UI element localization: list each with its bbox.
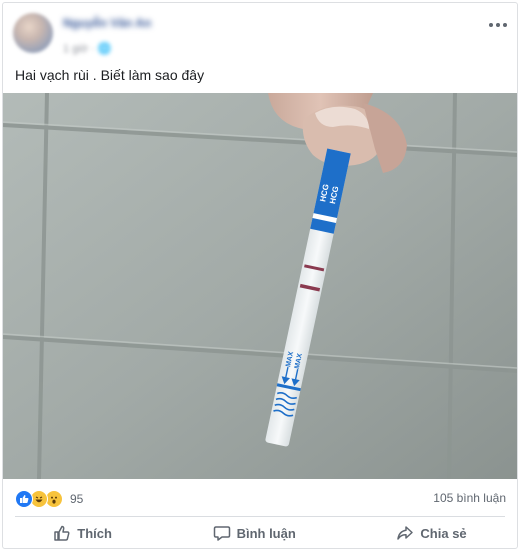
more-options-icon[interactable] <box>487 15 509 35</box>
share-icon <box>397 526 414 540</box>
reactions-summary[interactable]: 95 <box>15 490 83 508</box>
like-label: Thích <box>77 525 112 541</box>
like-icon <box>15 490 33 508</box>
facebook-post: Nguyễn Văn An 1 giờ · 🌐 Hai vạch rùi . B… <box>2 2 518 549</box>
comment-button[interactable]: Bình luận <box>203 521 306 545</box>
comment-icon <box>213 526 230 541</box>
post-status-text: Hai vạch rùi . Biết làm sao đây <box>15 67 205 83</box>
post-stats: 95 105 bình luận <box>3 483 517 513</box>
share-label: Chia sẻ <box>420 525 467 541</box>
post-timestamp[interactable]: 1 giờ · 🌐 <box>63 42 111 55</box>
thumbs-up-icon <box>54 525 70 541</box>
share-button[interactable]: Chia sẻ <box>386 521 476 545</box>
post-actions: Thích Bình luận Chia sẻ <box>3 519 517 547</box>
author-name[interactable]: Nguyễn Văn An <box>63 16 151 30</box>
comment-label: Bình luận <box>236 525 296 541</box>
post-photo[interactable]: HCG HCG MAX MAX <box>3 93 517 479</box>
reaction-count: 95 <box>70 492 84 506</box>
post-header: Nguyễn Văn An 1 giờ · 🌐 <box>3 3 517 63</box>
pregnancy-test-photo: HCG HCG MAX MAX <box>3 93 517 479</box>
like-button[interactable]: Thích <box>43 521 122 545</box>
comment-count[interactable]: 105 bình luận <box>433 491 506 505</box>
author-avatar[interactable] <box>13 13 53 53</box>
actions-divider <box>15 516 505 517</box>
